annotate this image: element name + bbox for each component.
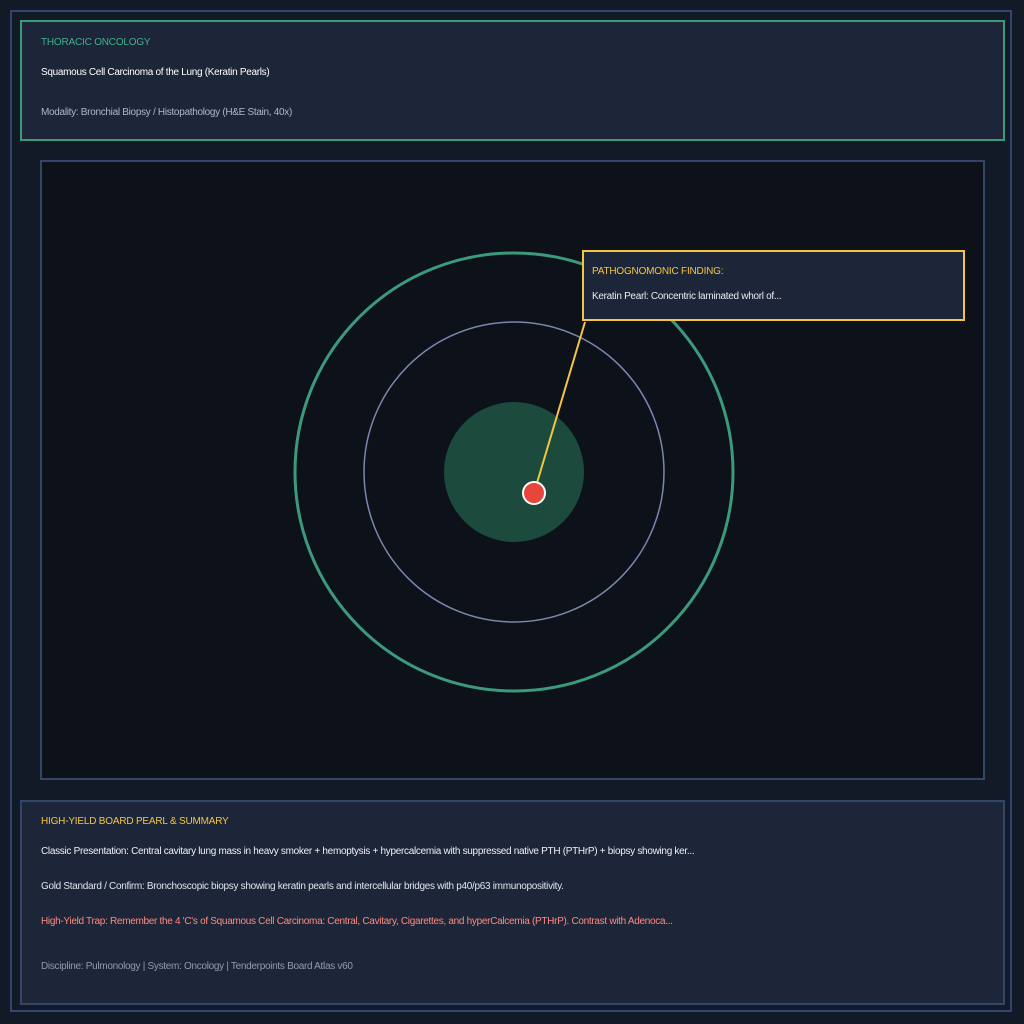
high-yield-trap-text: High-Yield Trap: Remember the 4 'C's of … bbox=[41, 916, 673, 927]
page-title: Squamous Cell Carcinoma of the Lung (Ker… bbox=[41, 67, 270, 78]
category-label: THORACIC ONCOLOGY bbox=[41, 37, 151, 48]
callout-text: Keratin Pearl: Concentric laminated whor… bbox=[592, 291, 782, 302]
modality-label: Modality: Bronchial Biopsy / Histopathol… bbox=[41, 107, 293, 118]
gold-standard-text: Gold Standard / Confirm: Bronchoscopic b… bbox=[41, 881, 564, 892]
finding-callout: PATHOGNOMONIC FINDING: Keratin Pearl: Co… bbox=[582, 250, 965, 321]
summary-title: HIGH-YIELD BOARD PEARL & SUMMARY bbox=[41, 816, 229, 827]
classic-presentation-text: Classic Presentation: Central cavitary l… bbox=[41, 846, 695, 857]
callout-label: PATHOGNOMONIC FINDING: bbox=[592, 266, 724, 277]
summary-panel: HIGH-YIELD BOARD PEARL & SUMMARY Classic… bbox=[20, 800, 1005, 1005]
footer-meta: Discipline: Pulmonology | System: Oncolo… bbox=[41, 961, 353, 972]
core-region bbox=[444, 402, 584, 542]
lesion-marker[interactable] bbox=[522, 481, 546, 505]
header-panel: THORACIC ONCOLOGY Squamous Cell Carcinom… bbox=[20, 20, 1005, 141]
